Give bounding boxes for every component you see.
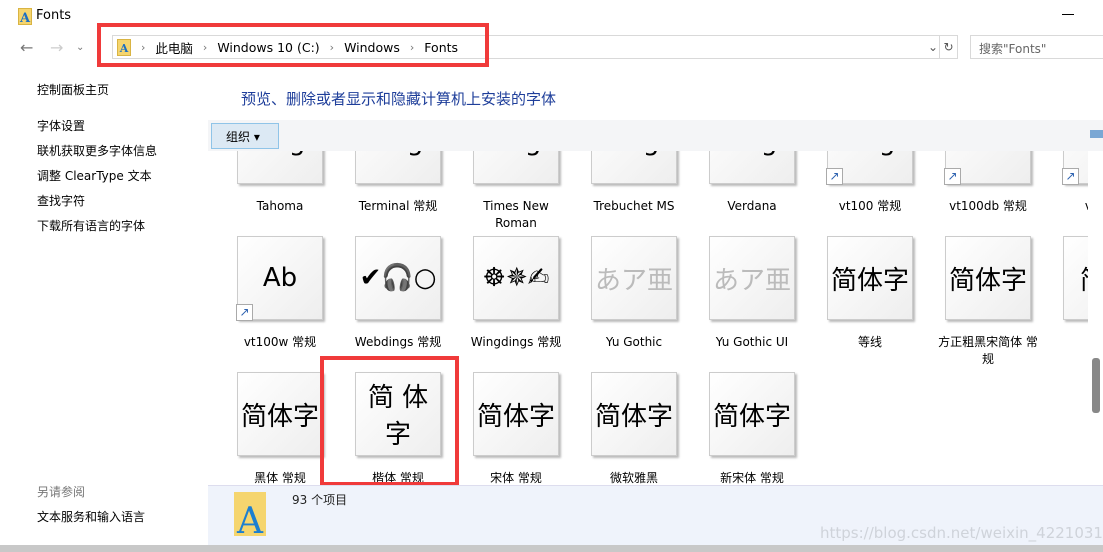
sidebar-link[interactable]: 文本服务和输入语言 — [37, 508, 145, 525]
font-name: Yu Gothic — [605, 335, 663, 349]
font-name: 微软雅黑 — [609, 471, 658, 485]
font-name: vt100 常规 — [838, 199, 902, 213]
font-preview-tile: 简体字 — [591, 372, 677, 456]
font-item[interactable]: Abg Terminal 常规 — [336, 151, 446, 235]
shortcut-arrow-icon: ↗ — [236, 304, 253, 321]
recent-dropdown[interactable]: ⌄ — [76, 42, 84, 53]
sidebar-link[interactable]: 联机获取更多字体信息 — [37, 142, 157, 159]
font-preview-tile: あア亜 — [591, 236, 677, 320]
font-preview-tile: ✔🎧○ — [355, 236, 441, 320]
fonts-folder-icon: A — [234, 492, 266, 542]
highlight-box — [97, 23, 489, 67]
font-name: Wingdings 常规 — [470, 335, 562, 349]
font-preview-tile: 简体字 — [827, 236, 913, 320]
font-name: Verdana — [727, 199, 777, 213]
font-name: Tahoma — [256, 199, 304, 213]
font-preview-tile: ☸✵✍ — [473, 236, 559, 320]
font-preview-tile: 简体 — [1063, 236, 1088, 320]
search-input[interactable]: 搜索"Fonts" — [970, 35, 1103, 59]
minimize-button[interactable] — [1062, 14, 1074, 15]
font-item[interactable]: 简体字 微软雅黑 — [572, 372, 682, 485]
sidebar-link[interactable]: 查找字符 — [37, 192, 85, 209]
watermark: https://blog.csdn.net/weixin_42210317 — [820, 524, 1103, 542]
font-name: 新宋体 常规 — [720, 471, 784, 485]
font-name: Trebuchet MS — [593, 199, 675, 213]
font-item[interactable]: A↗vt100d — [1044, 151, 1088, 235]
address-dropdown-icon[interactable]: ⌄ — [928, 40, 938, 54]
view-icon[interactable] — [1090, 130, 1103, 138]
font-preview-tile: Abg — [709, 151, 795, 184]
font-preview-tile: あア亜 — [709, 236, 795, 320]
font-name: 等线 — [857, 335, 882, 349]
font-preview-tile: 简体字 — [709, 372, 795, 456]
sidebar-link[interactable]: 字体设置 — [37, 117, 85, 134]
font-item[interactable]: ☸✵✍ Wingdings 常规 — [454, 236, 564, 371]
font-item[interactable]: 简体字 宋体 常规 — [454, 372, 564, 485]
font-name: Times New Roman — [483, 199, 549, 230]
font-name: vt100d — [1051, 198, 1088, 215]
shortcut-arrow-icon: ↗ — [1062, 168, 1079, 185]
font-item[interactable]: 简体字 新宋体 常规 — [690, 372, 800, 485]
refresh-button[interactable]: ↻ — [940, 35, 958, 59]
font-item[interactable]: 简体字方正粗黑宋简体 常规 — [926, 236, 1038, 371]
font-name: Yu Gothic UI — [715, 335, 789, 349]
forward-button[interactable]: → — [50, 38, 63, 57]
font-name: 黑体 常规 — [254, 471, 306, 485]
font-name: 宋体 常规 — [490, 471, 542, 485]
font-item[interactable]: Ab ↗ vt100w 常规 — [218, 236, 328, 371]
font-name: Terminal 常规 — [358, 199, 438, 213]
font-item[interactable]: Abg Verdana — [690, 151, 800, 235]
font-preview-tile: Abg — [355, 151, 441, 184]
font-item[interactable]: Abg↗vt100 常规 — [808, 151, 918, 235]
font-preview-tile: Abg — [473, 151, 559, 184]
highlight-box — [320, 356, 459, 486]
font-item[interactable]: あア亜 Yu Gothic UI — [690, 236, 800, 371]
font-name: vt100db 常规 — [949, 199, 1027, 213]
font-item[interactable]: Abg Trebuchet MS — [572, 151, 682, 235]
shortcut-arrow-icon: ↗ — [826, 168, 843, 185]
back-button[interactable]: ← — [20, 38, 33, 57]
font-item[interactable]: 简体字 黑体 常规 — [218, 372, 328, 485]
font-item[interactable]: Abg Tahoma — [218, 151, 328, 235]
font-preview-tile: Abg — [591, 151, 677, 184]
window-title: Fonts — [36, 8, 72, 23]
shortcut-arrow-icon: ↗ — [944, 168, 961, 185]
item-count: 93 个项目 — [292, 493, 348, 507]
font-item[interactable]: ↗ vt100db 常规 — [926, 151, 1036, 235]
fonts-folder-icon: A — [18, 8, 32, 26]
font-name: vt100w 常规 — [243, 335, 317, 349]
font-name: Webdings 常规 — [354, 335, 442, 349]
sidebar-link[interactable]: 下载所有语言的字体 — [37, 217, 145, 234]
toolbar — [208, 120, 1103, 151]
font-name: 仿宋 — [1051, 334, 1088, 351]
font-item[interactable]: 简体字 等线 — [808, 236, 918, 371]
font-item[interactable]: 简体仿宋 — [1044, 236, 1088, 371]
sidebar-link-control-panel-home[interactable]: 控制面板主页 — [37, 81, 109, 98]
page-heading: 预览、删除或者显示和隐藏计算机上安装的字体 — [241, 90, 557, 108]
font-item[interactable]: あア亜 Yu Gothic — [572, 236, 682, 371]
scrollbar-thumb[interactable] — [1092, 358, 1100, 413]
sidebar-link[interactable]: 调整 ClearType 文本 — [37, 167, 152, 184]
font-name: 方正粗黑宋简体 常规 — [938, 335, 1038, 366]
taskbar-edge — [0, 545, 1103, 552]
font-preview-tile: 简体字 — [945, 236, 1031, 320]
organize-button[interactable]: 组织 ▾ — [211, 123, 279, 149]
font-preview-tile: 简体字 — [473, 372, 559, 456]
font-preview-tile: Abg — [237, 151, 323, 184]
font-item[interactable]: Abg Times New Roman — [454, 151, 564, 235]
font-preview-tile: 简体字 — [237, 372, 323, 456]
font-item[interactable]: ✔🎧○ Webdings 常规 — [336, 236, 446, 371]
see-also-heading: 另请参阅 — [37, 485, 86, 499]
